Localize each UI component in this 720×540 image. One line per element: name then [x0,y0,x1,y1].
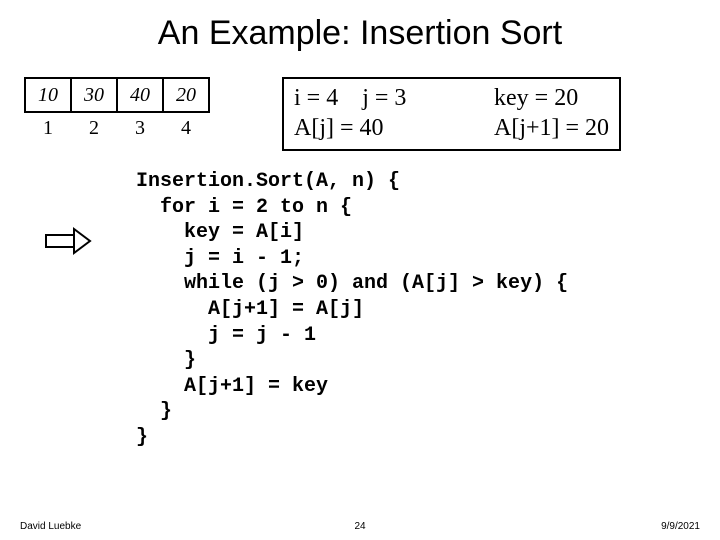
state-aj: A[j] = 40 [294,113,494,143]
array-cell: 10 [24,77,72,113]
index-label: 4 [162,117,210,140]
array-indices: 1 2 3 4 [24,117,210,140]
state-aj1: A[j+1] = 20 [494,113,609,143]
pseudocode: Insertion.Sort(A, n) { for i = 2 to n { … [136,169,568,451]
footer-author: David Luebke [20,521,81,532]
state-box: i = 4 j = 3 key = 20 A[j] = 40 A[j+1] = … [282,77,621,151]
state-i: i = 4 [294,85,338,111]
state-row: 10 30 40 20 1 2 3 4 i = 4 j = 3 key = 20… [0,77,720,151]
right-arrow-icon [44,227,92,255]
footer-date: 9/9/2021 [661,521,700,532]
index-label: 3 [116,117,164,140]
array-cell: 40 [116,77,164,113]
code-block: Insertion.Sort(A, n) { for i = 2 to n { … [0,169,720,451]
array-cells: 10 30 40 20 [24,77,210,113]
state-key: key = 20 [494,83,578,113]
state-j: j = 3 [362,85,406,111]
footer-page: 24 [354,521,365,532]
footer: David Luebke 24 9/9/2021 [20,521,700,532]
slide-title: An Example: Insertion Sort [0,0,720,53]
array-block: 10 30 40 20 1 2 3 4 [24,77,210,140]
array-cell: 30 [70,77,118,113]
arrow-column [0,169,136,255]
index-label: 2 [70,117,118,140]
index-label: 1 [24,117,72,140]
array-cell: 20 [162,77,210,113]
